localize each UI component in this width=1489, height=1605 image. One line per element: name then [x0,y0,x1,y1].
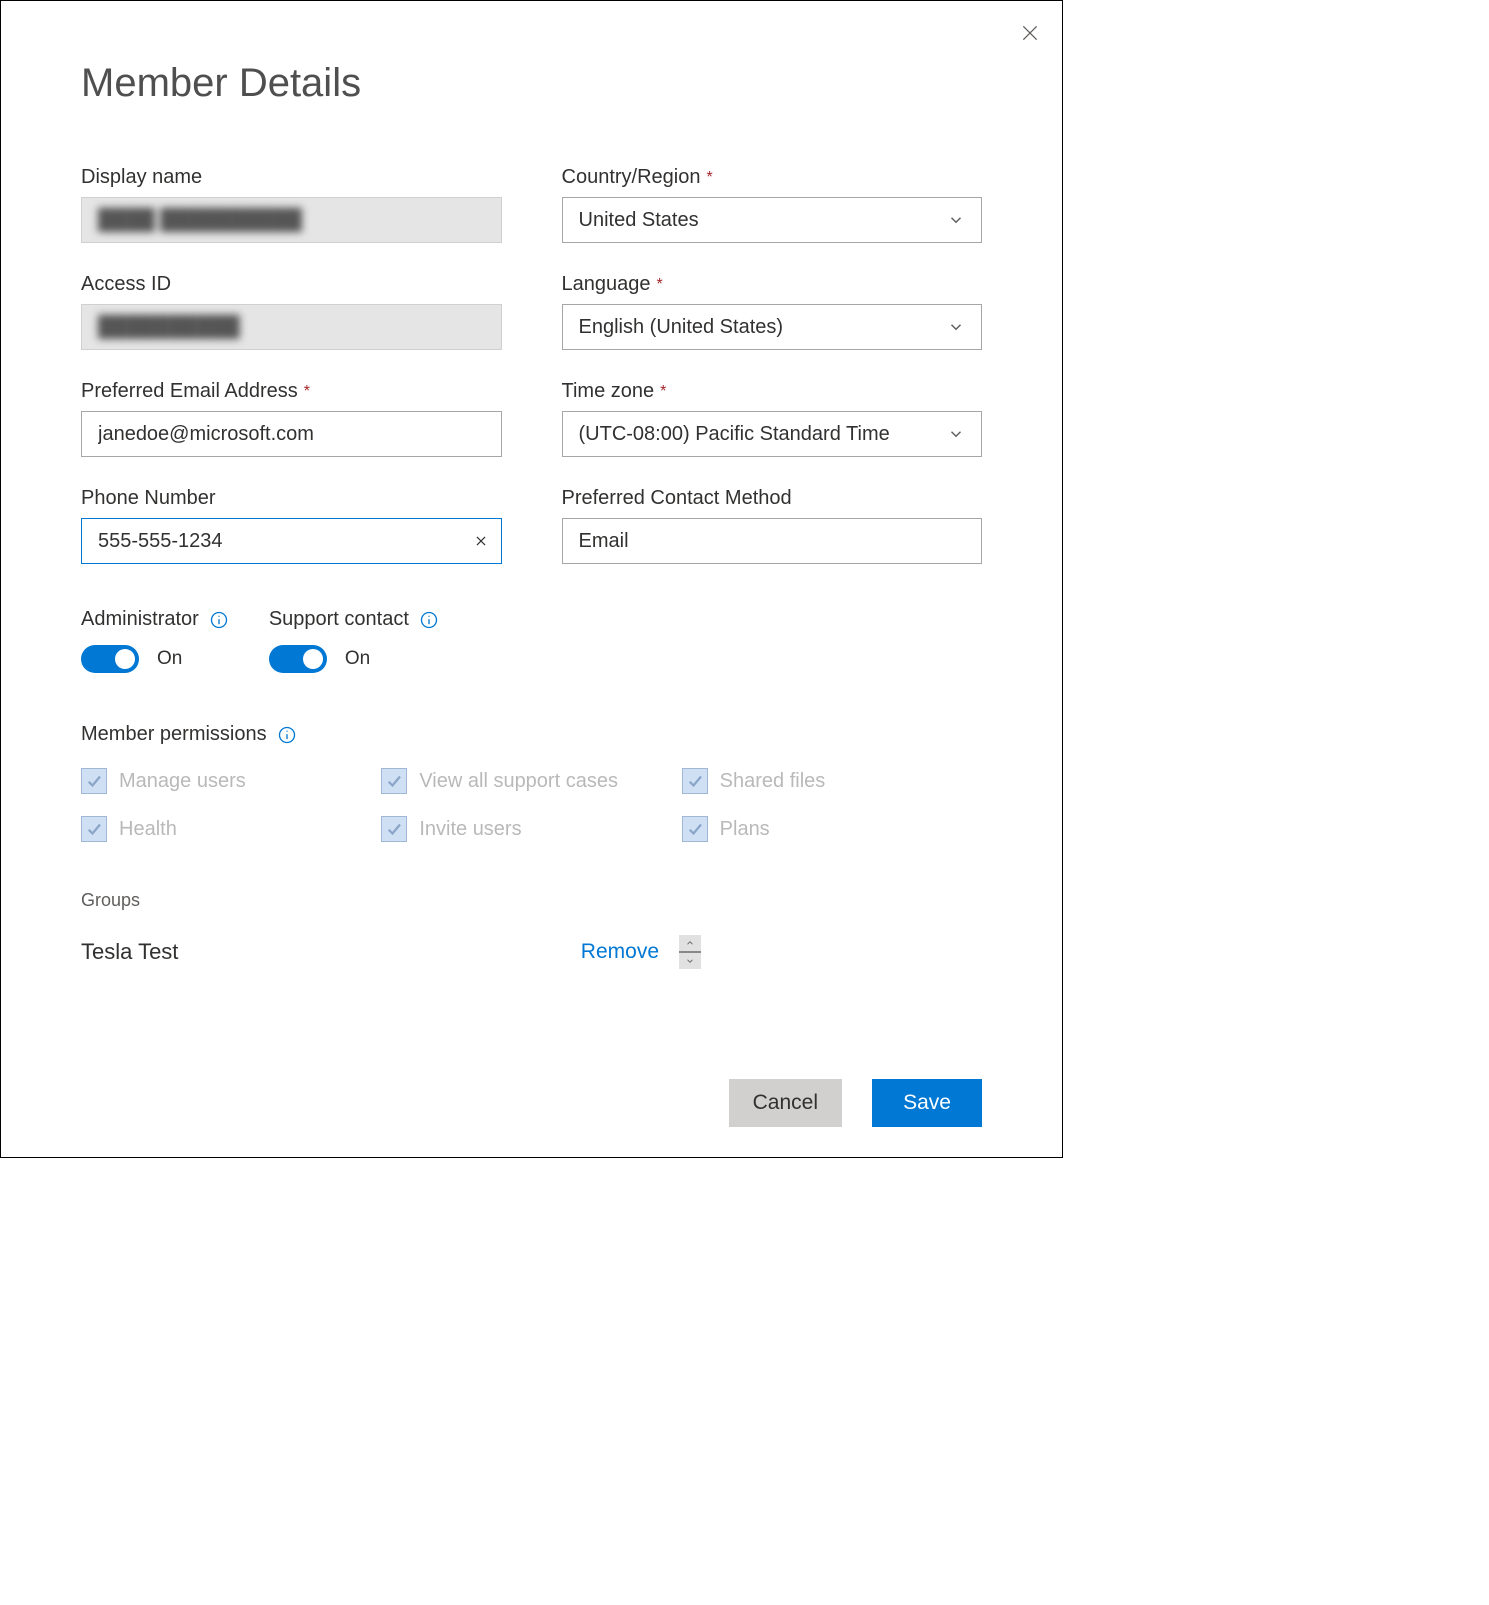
administrator-block: Administrator On [81,608,229,673]
support-contact-state: On [345,648,370,670]
country-value: United States [579,209,699,232]
checkbox [81,816,107,842]
checkbox [682,816,708,842]
field-language: Language * English (United States) [562,273,983,350]
groups-section: Groups Tesla Test Remove [81,890,982,969]
checkbox [682,768,708,794]
contact-method-select[interactable]: Email [562,518,983,564]
country-label: Country/Region [562,166,701,189]
permissions-section: Member permissions Manage users View all… [81,723,982,842]
chevron-down-icon [947,318,965,336]
perm-invite-users: Invite users [381,816,681,842]
group-spinner [679,935,701,969]
perm-manage-users: Manage users [81,768,381,794]
checkbox [81,768,107,794]
checkbox [381,768,407,794]
email-label: Preferred Email Address [81,380,298,403]
permissions-label: Member permissions [81,723,267,746]
perm-plans: Plans [682,816,982,842]
chevron-up-icon [685,938,695,948]
perm-label: Manage users [119,770,246,793]
support-contact-toggle[interactable] [269,645,327,673]
permissions-grid: Manage users View all support cases Shar… [81,768,982,842]
clear-icon[interactable] [474,534,488,548]
checkbox [381,816,407,842]
support-contact-block: Support contact On [269,608,439,673]
perm-label: View all support cases [419,770,618,793]
save-button[interactable]: Save [872,1079,982,1127]
phone-input[interactable] [81,518,502,564]
required-marker: * [706,169,712,187]
chevron-down-icon [947,211,965,229]
field-email: Preferred Email Address * [81,380,502,457]
chevron-down-icon [947,425,965,443]
remove-group-link[interactable]: Remove [581,940,659,964]
perm-view-cases: View all support cases [381,768,681,794]
required-marker: * [656,276,662,294]
info-icon[interactable] [277,725,297,745]
toggle-row: Administrator On Support contact On [81,608,982,673]
access-id-value: ██████████ [98,316,240,339]
info-icon[interactable] [419,610,439,630]
perm-health: Health [81,816,381,842]
field-display-name: Display name ████ ██████████ [81,166,502,243]
form-grid: Display name ████ ██████████ Country/Reg… [81,166,982,564]
timezone-select[interactable]: (UTC-08:00) Pacific Standard Time [562,411,983,457]
perm-label: Invite users [419,818,521,841]
timezone-label: Time zone [562,380,655,403]
administrator-label: Administrator [81,608,199,631]
field-contact-method: Preferred Contact Method Email [562,487,983,564]
access-id-input: ██████████ [81,304,502,350]
language-label: Language [562,273,651,296]
contact-method-value: Email [579,530,629,553]
field-timezone: Time zone * (UTC-08:00) Pacific Standard… [562,380,983,457]
dialog-footer: Cancel Save [81,1079,982,1127]
perm-label: Health [119,818,177,841]
dialog-title: Member Details [81,61,982,106]
support-contact-label: Support contact [269,608,409,631]
administrator-toggle[interactable] [81,645,139,673]
perm-label: Plans [720,818,770,841]
info-icon[interactable] [209,610,229,630]
display-name-label: Display name [81,166,202,189]
spinner-up[interactable] [679,935,701,951]
language-value: English (United States) [579,316,784,339]
required-marker: * [660,383,666,401]
field-access-id: Access ID ██████████ [81,273,502,350]
access-id-label: Access ID [81,273,171,296]
member-details-dialog: Member Details Display name ████ ███████… [1,1,1062,1157]
language-select[interactable]: English (United States) [562,304,983,350]
contact-method-label: Preferred Contact Method [562,487,792,510]
cancel-button[interactable]: Cancel [729,1079,842,1127]
timezone-value: (UTC-08:00) Pacific Standard Time [579,423,890,446]
administrator-state: On [157,648,182,670]
chevron-down-icon [685,956,695,966]
spinner-down[interactable] [679,953,701,969]
display-name-input: ████ ██████████ [81,197,502,243]
phone-label: Phone Number [81,487,216,510]
group-name: Tesla Test [81,939,178,965]
country-select[interactable]: United States [562,197,983,243]
required-marker: * [304,383,310,401]
email-input[interactable] [81,411,502,457]
close-icon[interactable] [1020,23,1040,43]
display-name-value: ████ ██████████ [98,209,302,232]
group-row: Tesla Test Remove [81,935,701,969]
perm-shared-files: Shared files [682,768,982,794]
field-phone: Phone Number [81,487,502,564]
perm-label: Shared files [720,770,826,793]
field-country: Country/Region * United States [562,166,983,243]
groups-label: Groups [81,890,982,911]
